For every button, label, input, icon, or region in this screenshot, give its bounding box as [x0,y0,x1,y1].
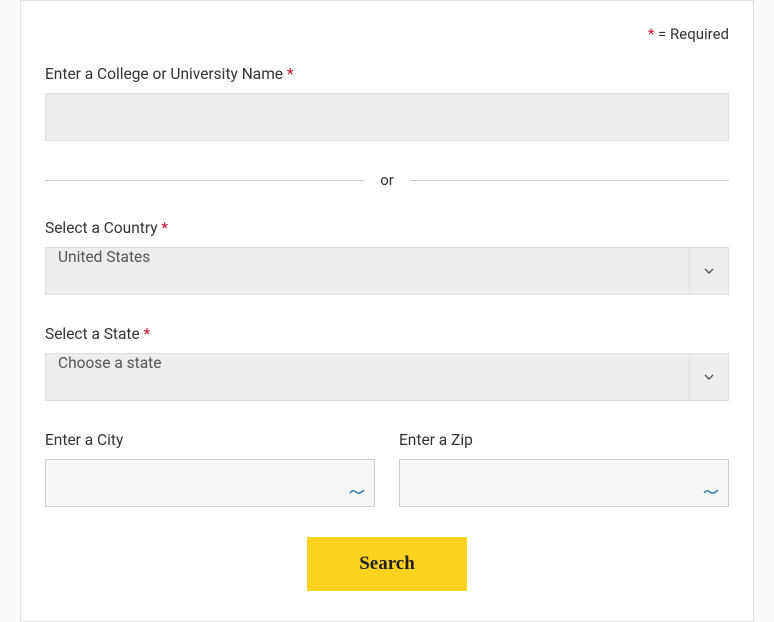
state-field-group: Select a State * Choose a state [45,325,729,401]
city-field-group: Enter a City [45,431,375,507]
city-input[interactable] [45,459,375,507]
college-field-group: Enter a College or University Name * [45,65,729,141]
college-label: Enter a College or University Name * [45,65,729,83]
country-select-wrap[interactable]: United States [45,247,729,295]
search-form-panel: * = Required Enter a College or Universi… [20,0,754,622]
country-label: Select a Country * [45,219,729,237]
state-select-wrap[interactable]: Choose a state [45,353,729,401]
zip-label: Enter a Zip [399,431,729,449]
state-label: Select a State * [45,325,729,343]
city-zip-row: Enter a City Enter a Zip [45,431,729,507]
state-select[interactable]: Choose a state [45,353,689,401]
required-asterisk: * [161,219,168,237]
search-button[interactable]: Search [307,537,467,591]
zip-input[interactable] [399,459,729,507]
or-divider: or [45,171,729,189]
divider-line-left [45,180,364,181]
college-input[interactable] [45,93,729,141]
required-asterisk: * [144,325,151,343]
required-note: * = Required [45,25,729,43]
divider-line-right [410,180,729,181]
country-field-group: Select a Country * United States [45,219,729,295]
chevron-down-icon [689,353,729,401]
required-asterisk: * [648,25,654,43]
required-text: = Required [658,25,729,43]
search-button-row: Search [45,537,729,591]
chevron-down-icon [689,247,729,295]
required-asterisk: * [287,65,294,83]
divider-text: or [380,171,394,189]
zip-field-group: Enter a Zip [399,431,729,507]
country-select[interactable]: United States [45,247,689,295]
city-label: Enter a City [45,431,375,449]
